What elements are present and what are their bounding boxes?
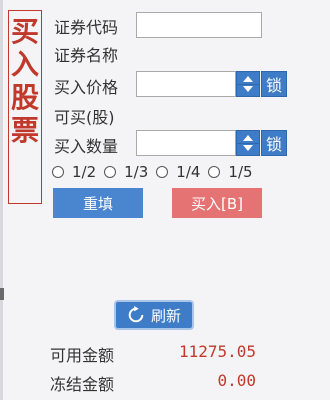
- stepper-up-icon[interactable]: [243, 76, 253, 82]
- fraction-radio-group: 1/2 1/3 1/4 1/5: [52, 162, 261, 182]
- fraction-option[interactable]: 1/3: [104, 163, 148, 181]
- radio-circle-icon[interactable]: [52, 166, 64, 178]
- window-left-edge: [0, 0, 3, 400]
- security-name-label: 证券名称: [54, 46, 119, 65]
- buy-price-input[interactable]: [136, 71, 236, 97]
- fraction-option[interactable]: 1/2: [52, 163, 96, 181]
- buy-quantity-label: 买入数量: [54, 137, 119, 156]
- quantity-stepper[interactable]: [236, 130, 260, 156]
- quantity-lock-button[interactable]: 锁: [261, 130, 287, 156]
- title-char: 票: [10, 114, 39, 147]
- stepper-down-icon[interactable]: [243, 86, 253, 92]
- fraction-label: 1/5: [228, 163, 253, 181]
- stepper-down-icon[interactable]: [243, 145, 253, 151]
- fraction-label: 1/4: [176, 163, 201, 181]
- reset-button[interactable]: 重填: [53, 188, 143, 218]
- security-code-input[interactable]: [136, 12, 262, 38]
- refresh-icon: [128, 306, 144, 323]
- frozen-funds-label: 冻结金额: [50, 375, 115, 394]
- title-char: 入: [10, 48, 39, 81]
- frozen-funds-value: 0.00: [217, 371, 256, 390]
- refresh-button[interactable]: 刷新: [114, 300, 194, 330]
- fraction-option[interactable]: 1/5: [208, 163, 253, 181]
- stepper-divider: [237, 84, 259, 85]
- left-edge-marker: [0, 288, 4, 300]
- radio-circle-icon[interactable]: [156, 166, 169, 178]
- fraction-label: 1/2: [72, 163, 97, 181]
- title-char: 买: [10, 15, 39, 48]
- radio-circle-icon[interactable]: [104, 166, 117, 178]
- radio-circle-icon[interactable]: [208, 166, 221, 178]
- buy-stock-title: 买 入 股 票: [8, 10, 42, 204]
- stepper-up-icon[interactable]: [243, 135, 253, 141]
- security-code-label: 证券代码: [54, 18, 119, 37]
- available-funds-label: 可用金额: [50, 346, 115, 365]
- fraction-option[interactable]: 1/4: [156, 163, 200, 181]
- price-stepper[interactable]: [236, 71, 260, 97]
- available-funds-value: 11275.05: [178, 342, 256, 361]
- refresh-label: 刷新: [150, 306, 181, 325]
- stepper-divider: [237, 143, 259, 144]
- buy-button[interactable]: 买入[B]: [172, 188, 262, 218]
- title-char: 股: [10, 81, 39, 114]
- buy-price-label: 买入价格: [54, 78, 119, 97]
- price-lock-button[interactable]: 锁: [261, 71, 287, 97]
- fraction-label: 1/3: [124, 163, 149, 181]
- buy-quantity-input[interactable]: [136, 130, 236, 156]
- available-shares-label: 可买(股): [54, 108, 115, 127]
